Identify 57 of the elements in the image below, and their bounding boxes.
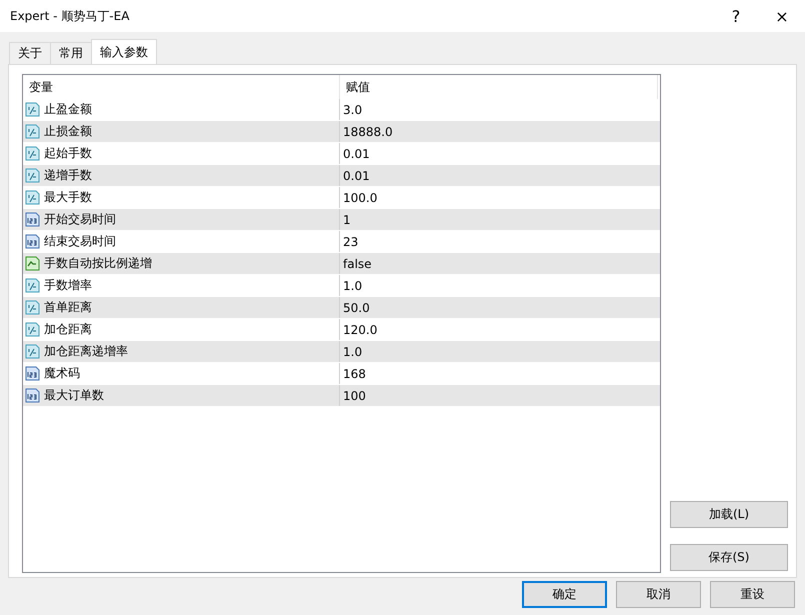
parameter-name: 止盈金额 [44,101,92,118]
parameter-name: 开始交易时间 [44,211,116,228]
parameter-name: 加仓距离 [44,321,92,338]
table-row[interactable]: 手数自动按比例递增 false [23,253,660,275]
number-icon [25,212,40,227]
fraction-icon [25,278,40,293]
parameter-value[interactable]: 3.0 [340,99,660,120]
parameter-name: 首单距离 [44,299,92,316]
parameter-name: 最大手数 [44,189,92,206]
side-button[interactable]: 保存(S) [670,544,788,571]
number-icon [25,234,40,249]
parameter-value[interactable]: 100 [340,385,660,406]
parameter-value[interactable]: 168 [340,363,660,384]
table-row[interactable]: 最大订单数 100 [23,385,660,407]
parameter-value[interactable]: 120.0 [340,319,660,340]
window-title: Expert - 顺势马丁-EA [10,8,130,24]
number-icon [25,366,40,381]
fraction-icon [25,102,40,117]
fraction-icon [25,146,40,161]
chart-line-icon [25,256,40,271]
parameter-value[interactable]: 18888.0 [340,121,660,142]
fraction-icon [25,168,40,183]
parameter-name: 最大订单数 [44,387,104,404]
fraction-icon [25,344,40,359]
fraction-icon [25,322,40,337]
parameter-name: 手数增率 [44,277,92,294]
dialog-button[interactable]: 确定 [522,581,607,608]
fraction-icon [25,124,40,139]
table-row[interactable]: 加仓距离递增率 1.0 [23,341,660,363]
parameter-name: 起始手数 [44,145,92,162]
fraction-icon [25,300,40,315]
parameter-name: 止损金额 [44,123,92,140]
parameter-value[interactable]: 0.01 [340,165,660,186]
parameter-value[interactable]: 23 [340,231,660,252]
parameter-value[interactable]: 50.0 [340,297,660,318]
number-icon [25,388,40,403]
parameter-value[interactable]: false [340,253,660,274]
table-row[interactable]: 递增手数 0.01 [23,165,660,187]
parameter-name: 手数自动按比例递增 [44,255,152,272]
table-row[interactable]: 开始交易时间 1 [23,209,660,231]
parameter-value[interactable]: 1 [340,209,660,230]
parameter-name: 递增手数 [44,167,92,184]
tab[interactable]: 输入参数 [91,39,157,64]
table-row[interactable]: 止损金额 18888.0 [23,121,660,143]
dialog-button[interactable]: 重设 [710,581,795,608]
tab[interactable]: 关于 [9,42,51,64]
table-row[interactable]: 首单距离 50.0 [23,297,660,319]
parameter-value[interactable]: 100.0 [340,187,660,208]
fraction-icon [25,190,40,205]
dialog-button[interactable]: 取消 [616,581,701,608]
parameter-value[interactable]: 1.0 [340,275,660,296]
parameter-name: 结束交易时间 [44,233,116,250]
parameter-name: 魔术码 [44,365,80,382]
parameter-name: 加仓距离递增率 [44,343,128,360]
side-button[interactable]: 加载(L) [670,501,788,528]
parameter-value[interactable]: 0.01 [340,143,660,164]
parameter-value[interactable]: 1.0 [340,341,660,362]
